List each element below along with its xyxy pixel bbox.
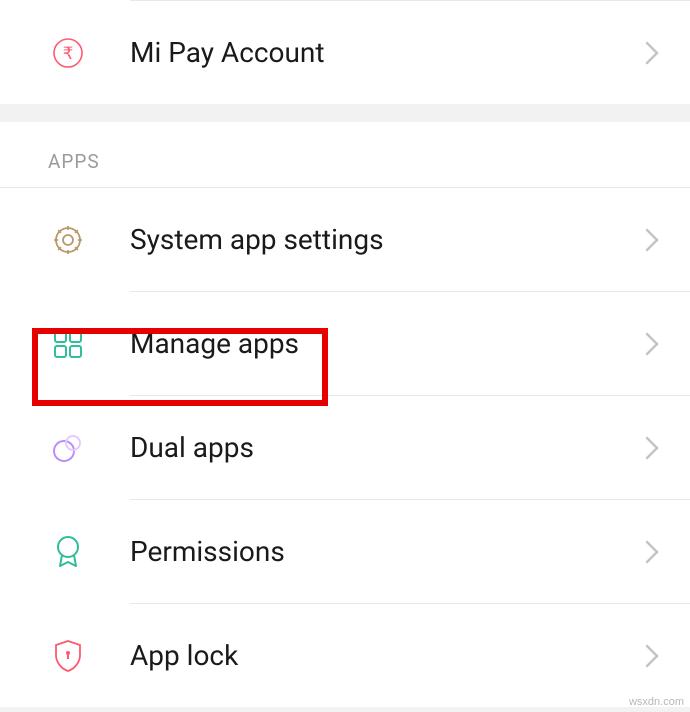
section-gap bbox=[0, 104, 690, 122]
app-lock-label: App lock bbox=[130, 639, 642, 672]
svg-text:₹: ₹ bbox=[63, 44, 74, 63]
rupee-icon: ₹ bbox=[48, 33, 88, 73]
dual-circles-icon bbox=[48, 428, 88, 468]
mi-pay-label: Mi Pay Account bbox=[130, 36, 642, 69]
manage-apps-label: Manage apps bbox=[130, 327, 642, 360]
apps-section: APPS System app settings M bbox=[0, 122, 690, 707]
chevron-right-icon bbox=[642, 224, 662, 256]
apps-section-header: APPS bbox=[0, 122, 690, 188]
dual-apps-row[interactable]: Dual apps bbox=[0, 396, 690, 499]
chevron-right-icon bbox=[642, 536, 662, 568]
permissions-label: Permissions bbox=[130, 535, 642, 568]
system-app-label: System app settings bbox=[130, 223, 642, 256]
chevron-right-icon bbox=[642, 432, 662, 464]
chevron-right-icon bbox=[642, 37, 662, 69]
permissions-row[interactable]: Permissions bbox=[0, 500, 690, 603]
grid-icon bbox=[48, 324, 88, 364]
manage-apps-row[interactable]: Manage apps bbox=[0, 292, 690, 395]
app-lock-row[interactable]: App lock bbox=[0, 604, 690, 707]
dual-apps-label: Dual apps bbox=[130, 431, 642, 464]
system-app-settings-row[interactable]: System app settings bbox=[0, 188, 690, 291]
chevron-right-icon bbox=[642, 328, 662, 360]
accounts-section: ₹ Mi Pay Account bbox=[0, 0, 690, 104]
chevron-right-icon bbox=[642, 640, 662, 672]
shield-lock-icon bbox=[48, 636, 88, 676]
watermark: wsxdn.com bbox=[629, 696, 684, 708]
medal-icon bbox=[48, 532, 88, 572]
gear-icon bbox=[48, 220, 88, 260]
mi-pay-account-row[interactable]: ₹ Mi Pay Account bbox=[0, 1, 690, 104]
